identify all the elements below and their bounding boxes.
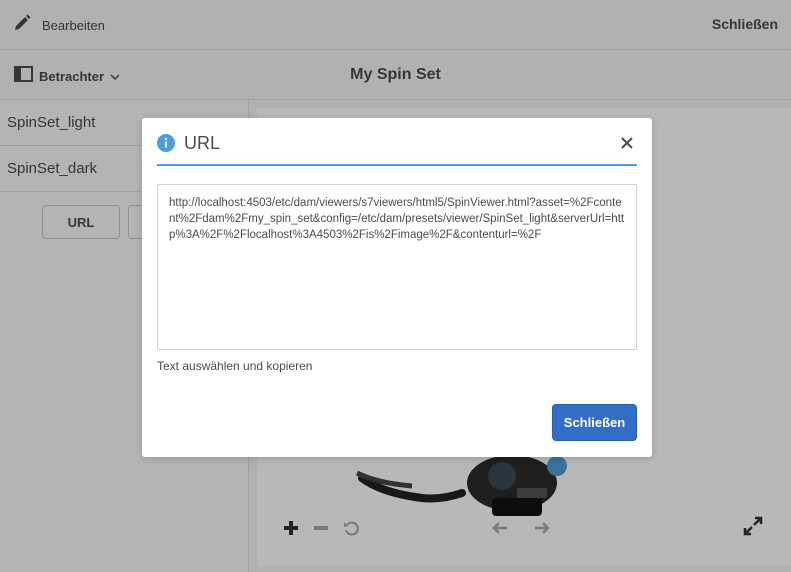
dialog-header: URL <box>157 130 637 166</box>
url-textarea[interactable]: http://localhost:4503/etc/dam/viewers/s7… <box>157 184 637 350</box>
copy-hint: Text auswählen und kopieren <box>157 359 313 373</box>
dialog-close-button[interactable]: Schließen <box>552 404 637 441</box>
dialog-title: URL <box>184 133 221 153</box>
info-icon <box>157 134 175 157</box>
url-dialog: URL http://localhost:4503/etc/dam/viewer… <box>142 118 652 457</box>
close-icon[interactable] <box>621 136 633 154</box>
